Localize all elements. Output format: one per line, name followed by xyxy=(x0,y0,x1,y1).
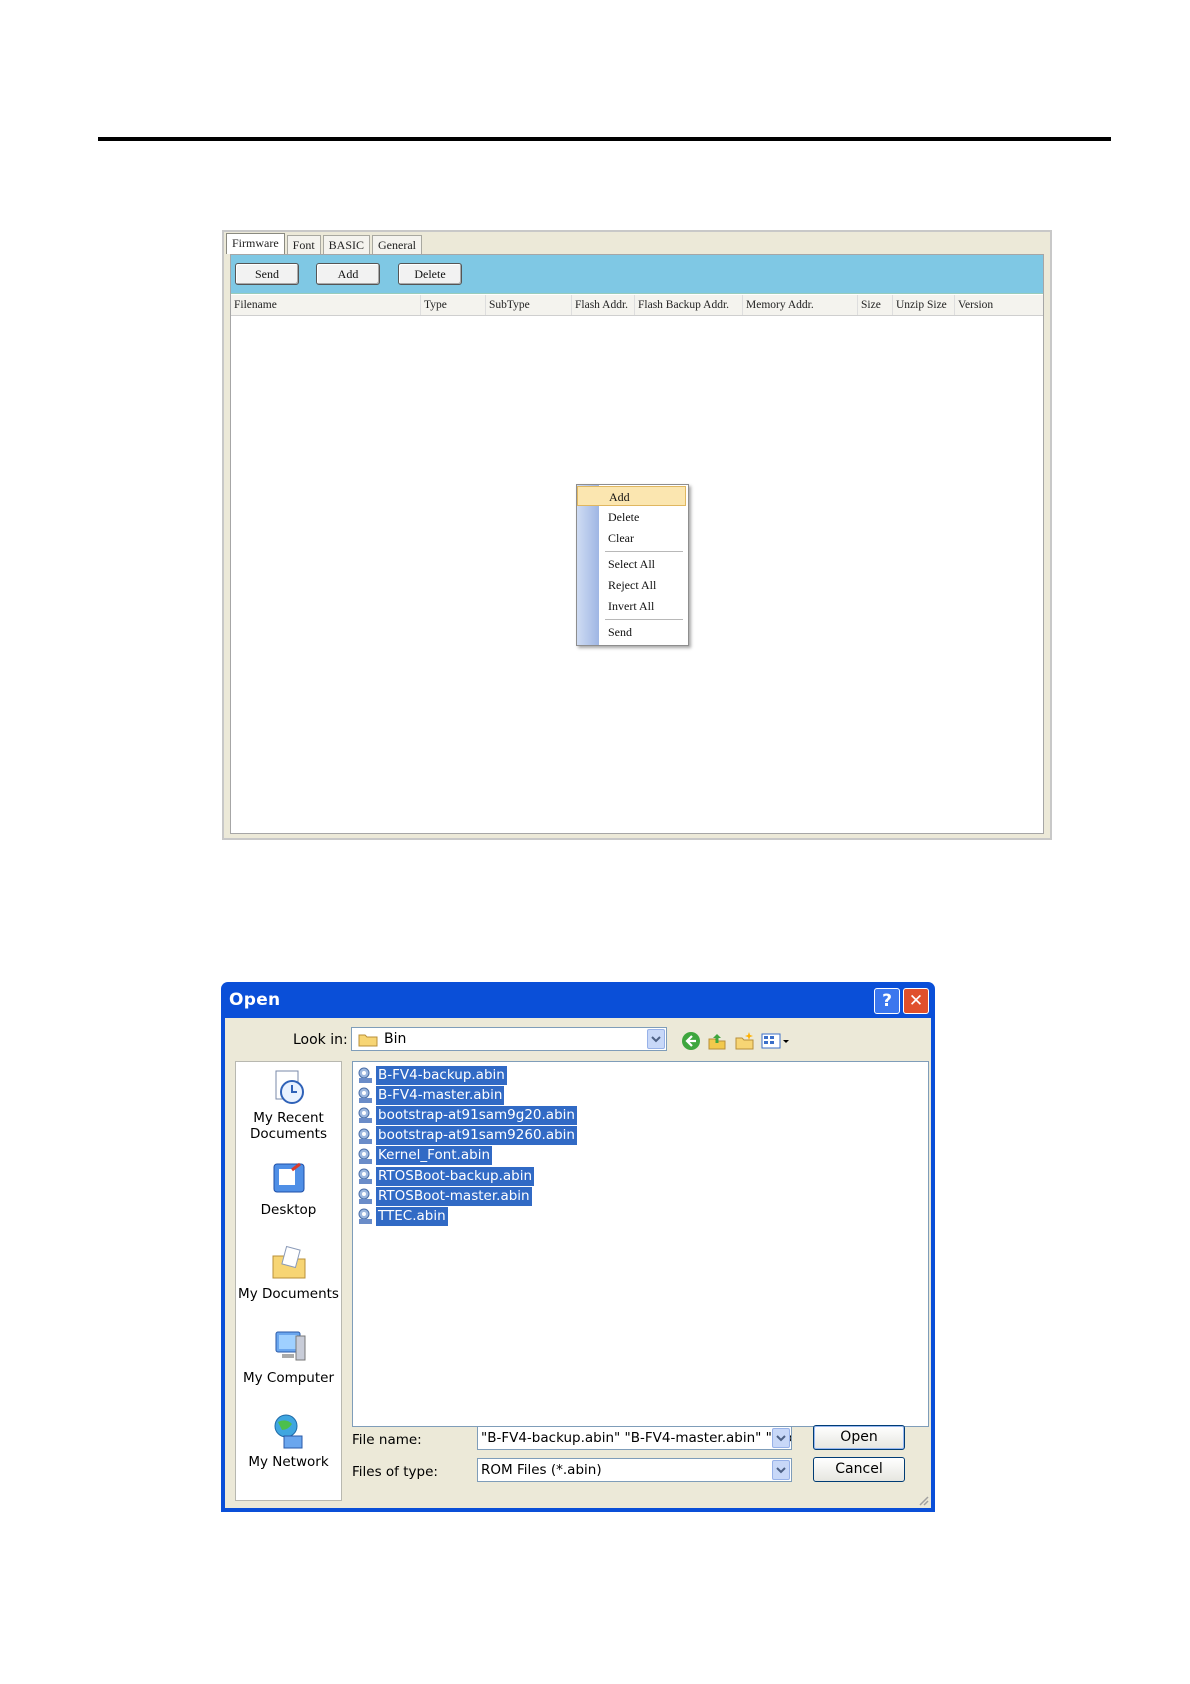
file-list-item[interactable]: TTEC.abin xyxy=(356,1206,448,1226)
place-my-recent-documents[interactable]: My Recent Documents xyxy=(236,1068,341,1142)
view-menu-icon[interactable] xyxy=(761,1031,791,1051)
column-type[interactable]: Type xyxy=(421,295,486,315)
place-label: My Computer xyxy=(242,1370,335,1386)
column-subtype[interactable]: SubType xyxy=(486,295,572,315)
menu-item-delete[interactable]: Delete xyxy=(577,507,686,527)
context-menu: Add Delete Clear Select All Reject All I… xyxy=(576,484,689,646)
column-version[interactable]: Version xyxy=(955,295,1043,315)
abin-file-icon xyxy=(356,1066,374,1084)
column-flash-addr[interactable]: Flash Addr. xyxy=(572,295,635,315)
file-list[interactable]: B-FV4-backup.abin B-FV4-master.abin bootst… xyxy=(352,1061,929,1427)
menu-item-invert-all[interactable]: Invert All xyxy=(577,596,686,616)
up-folder-icon[interactable] xyxy=(707,1031,727,1051)
dialog-title: Open xyxy=(229,990,281,1010)
menu-item-add[interactable]: Add xyxy=(577,486,686,506)
page-top-rule xyxy=(98,137,1111,141)
look-in-value: Bin xyxy=(384,1031,407,1047)
place-label: My Documents xyxy=(238,1286,339,1302)
place-desktop[interactable]: Desktop xyxy=(236,1160,341,1218)
firmware-toolbar: Send Add Delete xyxy=(231,255,1043,294)
folder-icon xyxy=(358,1034,378,1047)
file-name-value: "B-FV4-backup.abin" "B-FV4-master.abin" … xyxy=(481,1430,792,1446)
places-bar: My Recent Documents Desktop My Documents… xyxy=(235,1061,342,1501)
file-name: bootstrap-at91sam9260.abin xyxy=(376,1126,577,1146)
file-list-item[interactable]: bootstrap-at91sam9260.abin xyxy=(356,1126,577,1146)
file-name: RTOSBoot-backup.abin xyxy=(376,1166,535,1186)
back-icon[interactable] xyxy=(681,1031,701,1051)
file-table-header: Filename Type SubType Flash Addr. Flash … xyxy=(231,295,1043,316)
files-of-type-label: Files of type: xyxy=(352,1464,438,1480)
file-list-item[interactable]: RTOSBoot-master.abin xyxy=(356,1186,532,1206)
menu-item-clear[interactable]: Clear xyxy=(577,528,686,548)
recent-documents-icon xyxy=(270,1068,308,1106)
column-flash-backup-addr[interactable]: Flash Backup Addr. xyxy=(635,295,743,315)
tab-strip: Firmware Font BASIC General xyxy=(226,233,424,254)
menu-separator xyxy=(605,551,683,552)
chevron-down-icon[interactable] xyxy=(647,1029,665,1049)
my-network-icon xyxy=(270,1412,308,1450)
file-name: TTEC.abin xyxy=(376,1206,448,1226)
column-unzip-size[interactable]: Unzip Size xyxy=(893,295,955,315)
place-label: My Recent Documents xyxy=(250,1110,327,1142)
menu-item-reject-all[interactable]: Reject All xyxy=(577,575,686,595)
open-button[interactable]: Open xyxy=(813,1425,905,1450)
tab-firmware[interactable]: Firmware xyxy=(226,233,285,254)
file-name: Kernel_Font.abin xyxy=(376,1146,492,1166)
tab-font[interactable]: Font xyxy=(286,235,321,254)
send-button[interactable]: Send xyxy=(235,263,299,285)
file-list-item[interactable]: bootstrap-at91sam9g20.abin xyxy=(356,1105,577,1125)
dialog-body: Look in: Bin My Recent Documents Desktop… xyxy=(225,1018,931,1508)
new-folder-icon[interactable] xyxy=(735,1031,755,1051)
add-button[interactable]: Add xyxy=(316,263,380,285)
abin-file-icon xyxy=(356,1127,374,1145)
file-name: bootstrap-at91sam9g20.abin xyxy=(376,1105,577,1125)
file-name: B-FV4-master.abin xyxy=(376,1085,505,1105)
my-documents-icon xyxy=(270,1244,308,1282)
file-list-item[interactable]: Kernel_Font.abin xyxy=(356,1146,492,1166)
abin-file-icon xyxy=(356,1106,374,1124)
tab-basic[interactable]: BASIC xyxy=(322,235,371,254)
file-name: B-FV4-backup.abin xyxy=(376,1065,507,1085)
help-button[interactable]: ? xyxy=(874,988,900,1014)
my-computer-icon xyxy=(270,1328,308,1366)
place-my-documents[interactable]: My Documents xyxy=(236,1244,341,1302)
menu-item-select-all[interactable]: Select All xyxy=(577,554,686,574)
column-memory-addr[interactable]: Memory Addr. xyxy=(743,295,858,315)
place-label: Desktop xyxy=(260,1202,317,1218)
abin-file-icon xyxy=(356,1207,374,1225)
close-button[interactable]: ✕ xyxy=(903,988,929,1014)
abin-file-icon xyxy=(356,1187,374,1205)
abin-file-icon xyxy=(356,1086,374,1104)
file-list-item[interactable]: RTOSBoot-backup.abin xyxy=(356,1166,535,1186)
look-in-combo[interactable]: Bin xyxy=(351,1027,667,1051)
abin-file-icon xyxy=(356,1167,374,1185)
column-size[interactable]: Size xyxy=(858,295,893,315)
delete-button[interactable]: Delete xyxy=(398,263,462,285)
file-list-item[interactable]: B-FV4-backup.abin xyxy=(356,1065,507,1085)
chevron-down-icon[interactable] xyxy=(772,1428,790,1448)
column-filename[interactable]: Filename xyxy=(231,295,421,315)
cancel-button[interactable]: Cancel xyxy=(813,1457,905,1482)
files-of-type-select[interactable]: ROM Files (*.abin) xyxy=(477,1458,792,1482)
resize-grip-icon[interactable] xyxy=(917,1494,929,1506)
chevron-down-icon[interactable] xyxy=(772,1460,790,1480)
look-in-label: Look in: xyxy=(293,1032,348,1048)
tab-general[interactable]: General xyxy=(372,235,422,254)
file-name-field[interactable]: "B-FV4-backup.abin" "B-FV4-master.abin" … xyxy=(477,1426,792,1450)
files-of-type-value: ROM Files (*.abin) xyxy=(481,1462,602,1478)
menu-separator xyxy=(605,619,683,620)
place-label: My Network xyxy=(248,1454,329,1470)
file-list-item[interactable]: B-FV4-master.abin xyxy=(356,1085,505,1105)
file-name-label: File name: xyxy=(352,1432,422,1448)
abin-file-icon xyxy=(356,1147,374,1165)
desktop-icon xyxy=(270,1160,308,1198)
open-dialog: Open ? ✕ Look in: Bin My Recent Document… xyxy=(221,982,935,1512)
file-name: RTOSBoot-master.abin xyxy=(376,1186,532,1206)
place-my-network[interactable]: My Network xyxy=(236,1412,341,1470)
menu-item-send[interactable]: Send xyxy=(577,622,686,642)
place-my-computer[interactable]: My Computer xyxy=(236,1328,341,1386)
